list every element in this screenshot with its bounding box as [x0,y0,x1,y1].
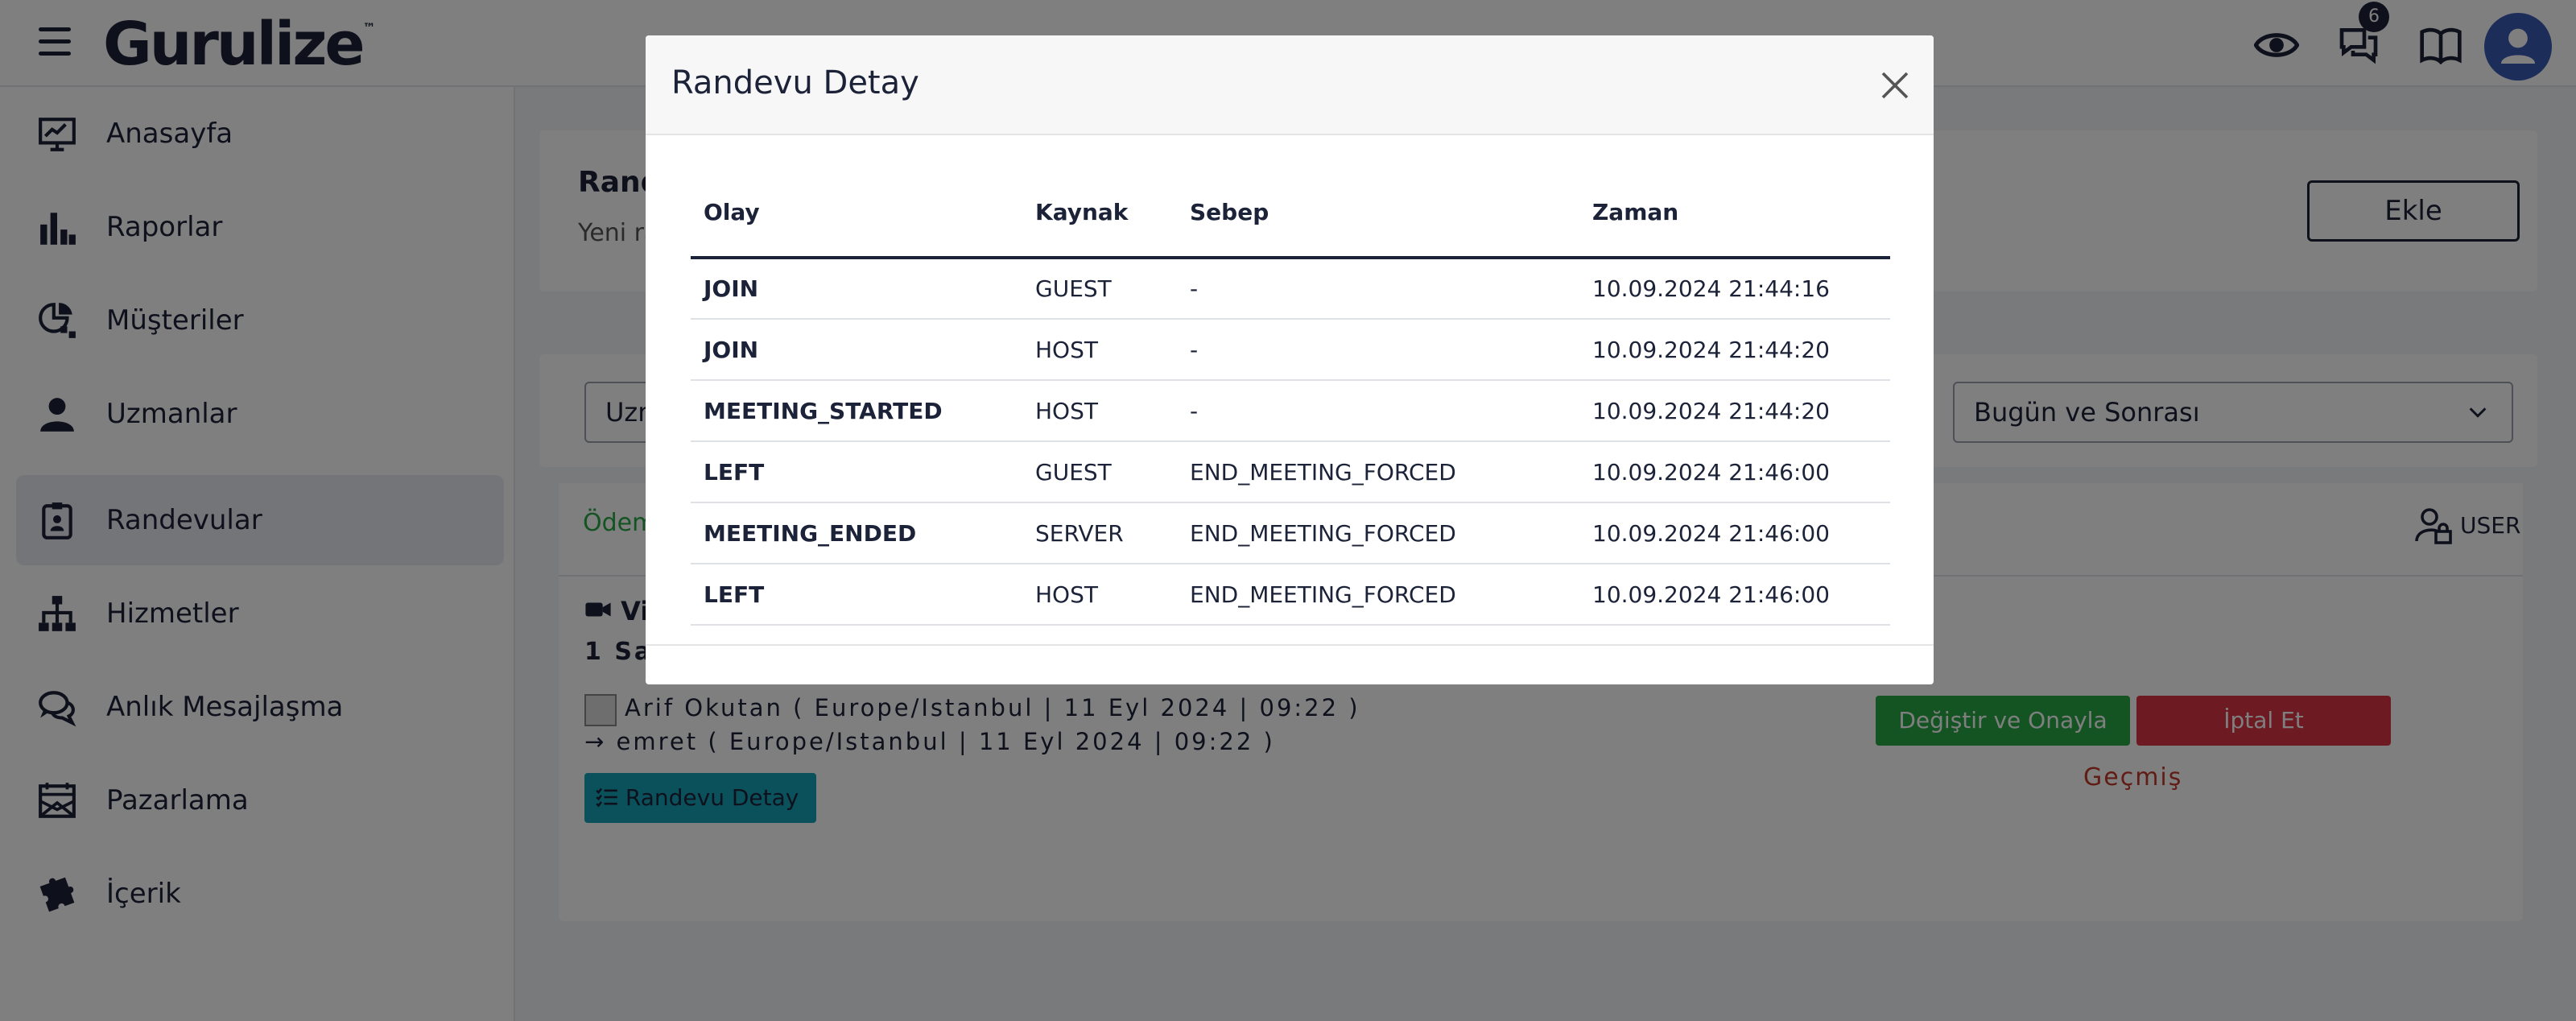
reason-cell: END_MEETING_FORCED [1177,441,1579,503]
reason-cell: - [1177,258,1579,320]
event-cell: JOIN [691,319,1022,381]
source-cell: GUEST [1022,441,1177,503]
appointment-detail-modal: Randevu Detay Olay Kaynak Sebep Zaman JO… [646,35,1934,684]
event-table: Olay Kaynak Sebep Zaman JOIN GUEST - 10.… [691,167,1890,626]
reason-cell: END_MEETING_FORCED [1177,502,1579,564]
event-cell: MEETING_STARTED [691,380,1022,442]
source-cell: GUEST [1022,258,1177,320]
table-row: LEFT HOST END_MEETING_FORCED 10.09.2024 … [691,564,1890,626]
reason-cell: - [1177,319,1579,381]
event-cell: JOIN [691,258,1022,320]
table-header-row: Olay Kaynak Sebep Zaman [691,167,1890,259]
time-cell: 10.09.2024 21:44:20 [1579,380,1890,442]
event-cell: LEFT [691,564,1022,626]
modal-title: Randevu Detay [671,64,919,101]
table-row: MEETING_STARTED HOST - 10.09.2024 21:44:… [691,380,1890,442]
table-row: MEETING_ENDED SERVER END_MEETING_FORCED … [691,502,1890,564]
event-cell: MEETING_ENDED [691,502,1022,564]
reason-cell: END_MEETING_FORCED [1177,564,1579,626]
source-cell: SERVER [1022,502,1177,564]
source-cell: HOST [1022,319,1177,381]
reason-cell: - [1177,380,1579,442]
column-header: Kaynak [1022,167,1177,259]
table-row: LEFT GUEST END_MEETING_FORCED 10.09.2024… [691,441,1890,503]
close-icon[interactable] [1879,69,1911,101]
source-cell: HOST [1022,380,1177,442]
modal-footer-divider [646,644,1934,646]
time-cell: 10.09.2024 21:44:20 [1579,319,1890,381]
column-header: Olay [691,167,1022,259]
time-cell: 10.09.2024 21:44:16 [1579,258,1890,320]
time-cell: 10.09.2024 21:46:00 [1579,441,1890,503]
table-row: JOIN HOST - 10.09.2024 21:44:20 [691,319,1890,381]
table-row: JOIN GUEST - 10.09.2024 21:44:16 [691,258,1890,320]
column-header: Zaman [1579,167,1890,259]
time-cell: 10.09.2024 21:46:00 [1579,502,1890,564]
time-cell: 10.09.2024 21:46:00 [1579,564,1890,626]
event-cell: LEFT [691,441,1022,503]
modal-header: Randevu Detay [646,35,1934,135]
source-cell: HOST [1022,564,1177,626]
column-header: Sebep [1177,167,1579,259]
